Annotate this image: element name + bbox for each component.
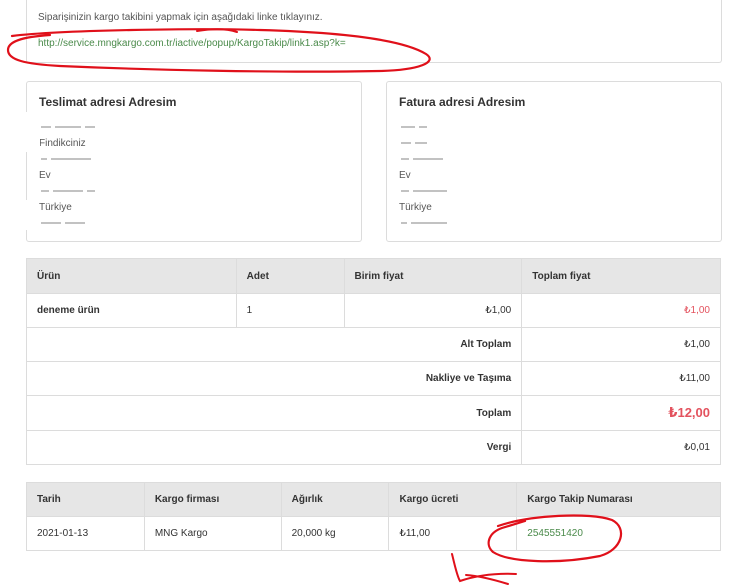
tracking-panel: Siparişinizin kargo takibini yapmak için… <box>26 0 722 63</box>
billing-address-redacted <box>399 122 429 133</box>
shipment-table: Tarih Kargo firması Ağırlık Kargo ücreti… <box>26 482 721 551</box>
summary-row: Nakliye ve Taşıma ₺11,00 <box>25 361 721 396</box>
product-total: ₺1,00 <box>521 293 721 328</box>
shipping-address-redacted <box>39 154 93 165</box>
summary-value: ₺0,01 <box>521 430 721 465</box>
shipping-address-redacted <box>39 186 97 197</box>
shipping-address-line: Ev <box>39 170 51 181</box>
billing-address-line: Ev <box>399 170 411 181</box>
summary-label: Alt Toplam <box>25 327 523 362</box>
table-row: 2021-01-13 MNG Kargo 20,000 kg ₺11,00 25… <box>26 516 721 551</box>
billing-address-redacted <box>399 186 449 197</box>
billing-address-card: Fatura adresi Adresim Ev Türkiye <box>386 81 722 242</box>
order-table-header: Ürün Adet Birim fiyat Toplam fiyat <box>26 258 721 294</box>
billing-address-redacted <box>399 154 445 165</box>
redaction-smudge <box>0 112 40 152</box>
summary-value: ₺1,00 <box>521 327 721 362</box>
column-header: Kargo ücreti <box>388 482 518 517</box>
billing-address-redacted <box>399 138 429 149</box>
shipping-address-title: Teslimat adresi Adresim <box>39 95 177 109</box>
column-header: Birim fiyat <box>343 258 523 294</box>
shipping-address-line: Türkiye <box>39 202 72 213</box>
summary-row: Vergi ₺0,01 <box>25 430 721 465</box>
column-header: Ağırlık <box>280 482 390 517</box>
shipping-address-line: Findikciniz <box>39 138 86 149</box>
tracking-link[interactable]: http://service.mngkargo.com.tr/iactive/p… <box>38 38 346 49</box>
shipment-date: 2021-01-13 <box>26 516 145 551</box>
summary-label: Vergi <box>25 430 523 465</box>
column-header: Toplam fiyat <box>521 258 721 294</box>
column-header: Kargo firması <box>143 482 282 517</box>
annotation-scribble <box>451 553 517 585</box>
product-qty: 1 <box>235 293 345 328</box>
redaction-smudge <box>0 200 30 230</box>
billing-address-title: Fatura adresi Adresim <box>399 95 526 109</box>
shipping-address-redacted <box>39 122 97 133</box>
order-table: Ürün Adet Birim fiyat Toplam fiyat denem… <box>25 258 721 465</box>
tracking-number-link[interactable]: 2545551420 <box>516 516 721 551</box>
product-unit-price: ₺1,00 <box>343 293 523 328</box>
column-header: Ürün <box>26 258 237 294</box>
grand-total-value: ₺12,00 <box>521 395 721 431</box>
summary-value: ₺11,00 <box>521 361 721 396</box>
shipment-weight: 20,000 kg <box>280 516 390 551</box>
shipment-carrier: MNG Kargo <box>143 516 282 551</box>
product-name: deneme ürün <box>26 293 237 328</box>
summary-label: Nakliye ve Taşıma <box>25 361 523 396</box>
summary-row: Toplam ₺12,00 <box>25 395 721 431</box>
shipment-table-header: Tarih Kargo firması Ağırlık Kargo ücreti… <box>26 482 721 517</box>
summary-row: Alt Toplam ₺1,00 <box>25 327 721 362</box>
billing-address-redacted <box>399 218 449 229</box>
shipping-address-card: Teslimat adresi Adresim Findikciniz Ev T… <box>26 81 362 242</box>
summary-label: Toplam <box>25 395 523 431</box>
column-header: Kargo Takip Numarası <box>516 482 721 517</box>
shipping-address-redacted <box>39 218 87 229</box>
shipment-fee: ₺11,00 <box>388 516 518 551</box>
column-header: Adet <box>235 258 345 294</box>
table-row: deneme ürün 1 ₺1,00 ₺1,00 <box>26 293 721 328</box>
column-header: Tarih <box>26 482 145 517</box>
billing-address-line: Türkiye <box>399 202 432 213</box>
tracking-intro: Siparişinizin kargo takibini yapmak için… <box>38 12 323 23</box>
